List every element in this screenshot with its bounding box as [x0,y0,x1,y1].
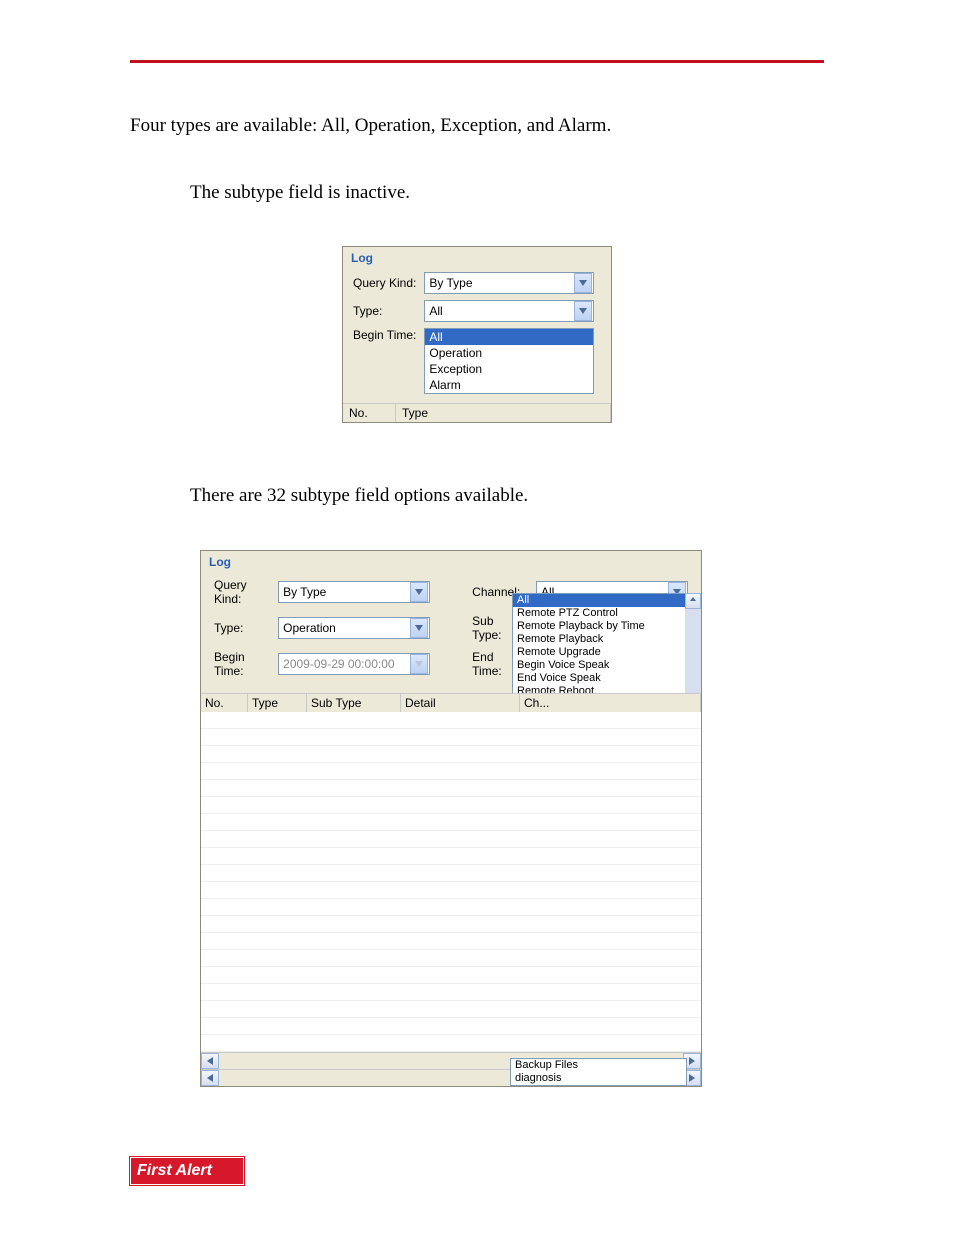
panel-title: Log [201,551,701,573]
scroll-left-icon[interactable] [201,1070,219,1086]
dropdown-option[interactable]: Alarm [425,377,593,393]
label-begin-time: Begin Time: [209,647,271,681]
query-kind-value: By Type [425,276,573,290]
grid-body [201,712,701,1052]
grid-header: Type [396,404,611,422]
type-dropdown-open[interactable]: All Operation Exception Alarm [424,328,594,394]
grid-header: Ch... [520,694,701,712]
dropdown-option[interactable]: All [425,329,593,345]
intro-types-text: Four types are available: All, Operation… [130,113,824,140]
dropdown-option[interactable]: All [513,594,686,607]
dropdown-option[interactable]: Remote Upgrade [513,646,686,659]
grid-header: Detail [401,694,520,712]
label-query-kind: Query Kind: [349,269,420,297]
dropdown-option[interactable]: Remote Playback [513,633,686,646]
type-value: Operation [279,621,409,635]
grid-header: No. [201,694,248,712]
dropdown-option[interactable]: Backup Files [511,1059,686,1072]
scroll-up-icon[interactable] [685,593,701,609]
subtype-inactive-text: The subtype field is inactive. [190,180,824,207]
scroll-left-icon[interactable] [201,1053,219,1069]
chevron-down-icon[interactable] [574,273,592,293]
type-value: All [425,304,573,318]
label-type: Type: [349,297,420,325]
query-kind-select[interactable]: By Type [424,272,594,294]
query-kind-value: By Type [279,585,409,599]
label-type: Type: [209,611,271,645]
grid-header: Sub Type [307,694,401,712]
dropdown-option[interactable]: End Voice Speak [513,672,686,685]
query-kind-select[interactable]: By Type [278,581,430,603]
begin-time-value: 2009-09-29 00:00:00 [279,657,409,671]
dropdown-option[interactable]: diagnosis [511,1072,686,1085]
log-panel-small: Log Query Kind: By Type Type: A [342,246,612,423]
dropdown-option[interactable]: Remote PTZ Control [513,607,686,620]
chevron-down-icon[interactable] [410,618,428,638]
first-alert-logo: First Alert [130,1157,244,1185]
type-select[interactable]: All [424,300,594,322]
subtype-count-text: There are 32 subtype field options avail… [190,483,824,510]
grid-header: Type [248,694,307,712]
subtype-dropdown-overflow[interactable]: Backup Filesdiagnosis [510,1058,687,1086]
log-grid: No. Type Sub Type Detail Ch... [201,693,701,1069]
header-rule [130,60,824,63]
chevron-down-icon[interactable] [410,582,428,602]
dropdown-option[interactable]: Begin Voice Speak [513,659,686,672]
label-query-kind: Query Kind: [209,575,271,609]
chevron-down-icon[interactable] [410,654,428,674]
panel-title: Log [343,247,611,269]
chevron-down-icon[interactable] [574,301,592,321]
type-select[interactable]: Operation [278,617,430,639]
grid-header: No. [343,404,396,422]
dropdown-option[interactable]: Remote Playback by Time [513,620,686,633]
log-panel-large: Log Query Kind: By Type Channel: All [200,550,702,1087]
dropdown-option[interactable]: Operation [425,345,593,361]
dropdown-option[interactable]: Exception [425,361,593,377]
label-begin-time: Begin Time: [349,325,420,397]
begin-time-field[interactable]: 2009-09-29 00:00:00 [278,653,430,675]
